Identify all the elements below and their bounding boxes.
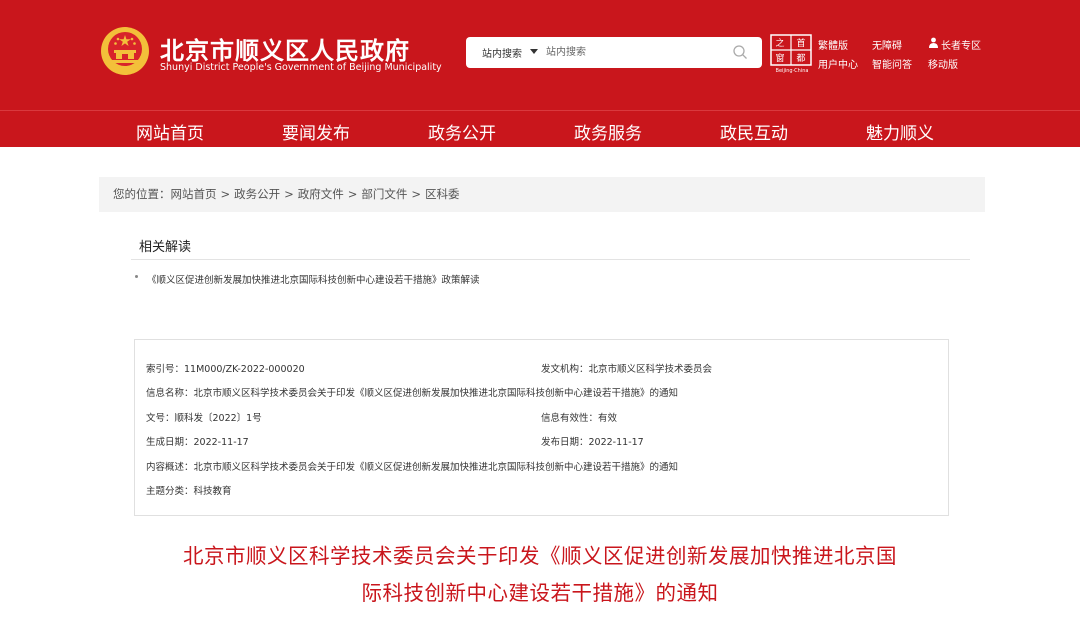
search-input[interactable] <box>546 43 716 62</box>
document-title-line: 际科技创新中心建设若干措施》的通知 <box>361 581 719 605</box>
elderly-zone-link[interactable]: 长者专区 <box>941 37 981 52</box>
breadcrumb-gov-affairs[interactable]: 政务公开 <box>234 187 280 201</box>
capital-logo-caption: Beijing·China <box>775 68 809 74</box>
info-doc-no: 文号：顺科发〔2022〕1号 <box>146 413 262 424</box>
info-summary: 内容概述：北京市顺义区科学技术委员会关于印发《顺义区促进创新发展加快推进北京国际… <box>146 462 679 473</box>
document-title: 北京市顺义区科学技术委员会关于印发《顺义区促进创新发展加快推进北京国 际科技创新… <box>130 538 950 612</box>
site-header: 北京市顺义区人民政府 Shunyi District People's Gove… <box>0 0 1080 110</box>
search-scope-select[interactable]: 站内搜索 <box>482 45 522 60</box>
main-nav: 网站首页 要闻发布 政务公开 政务服务 政民互动 魅力顺义 <box>0 110 1080 147</box>
breadcrumb-gov-docs[interactable]: 政府文件 <box>298 187 344 201</box>
related-divider <box>131 259 970 260</box>
nav-item-gov-affairs[interactable]: 政务公开 <box>428 119 496 144</box>
search-icon[interactable] <box>732 44 748 60</box>
elderly-user-icon <box>929 37 938 48</box>
capital-logo-char: 都 <box>796 53 805 64</box>
document-info-box: 索引号：11M000/ZK-2022-000020 发文机构：北京市顺义区科学技… <box>134 339 949 516</box>
info-issuer: 发文机构：北京市顺义区科学技术委员会 <box>541 364 713 375</box>
search-box: 站内搜索 <box>466 37 762 68</box>
breadcrumb-dept-docs[interactable]: 部门文件 <box>361 187 407 201</box>
site-title[interactable]: 北京市顺义区人民政府 <box>160 31 410 66</box>
breadcrumb-separator: > <box>347 187 358 201</box>
document-title-line: 北京市顺义区科学技术委员会关于印发《顺义区促进创新发展加快推进北京国 <box>183 544 897 568</box>
nav-item-charm-shunyi[interactable]: 魅力顺义 <box>866 119 934 144</box>
related-section-title: 相关解读 <box>139 240 192 255</box>
nav-item-home[interactable]: 网站首页 <box>136 119 204 144</box>
user-center-link[interactable]: 用户中心 <box>818 56 858 71</box>
info-validity: 信息有效性：有效 <box>541 413 618 424</box>
info-index-no: 索引号：11M000/ZK-2022-000020 <box>146 364 305 375</box>
traditional-chinese-link[interactable]: 繁體版 <box>818 37 848 52</box>
chevron-down-icon[interactable] <box>530 49 538 54</box>
info-name: 信息名称：北京市顺义区科学技术委员会关于印发《顺义区促进创新发展加快推进北京国际… <box>146 388 679 399</box>
breadcrumb-prefix: 您的位置： <box>113 187 171 201</box>
capital-logo-char: 首 <box>796 37 805 49</box>
mobile-version-link[interactable]: 移动版 <box>928 56 958 71</box>
site-subtitle: Shunyi District People's Government of B… <box>160 62 442 73</box>
info-created-date: 生成日期：2022-11-17 <box>146 437 249 448</box>
accessibility-link[interactable]: 无障碍 <box>872 37 902 52</box>
breadcrumb: 您的位置：网站首页 > 政务公开 > 政府文件 > 部门文件 > 区科委 <box>99 177 985 212</box>
bullet-icon <box>135 275 138 278</box>
nav-item-interaction[interactable]: 政民互动 <box>720 119 788 144</box>
smart-qa-link[interactable]: 智能问答 <box>872 56 912 71</box>
breadcrumb-separator: > <box>411 187 422 201</box>
capital-logo-char: 窗 <box>775 52 784 64</box>
nav-item-news[interactable]: 要闻发布 <box>282 119 350 144</box>
info-category: 主题分类：科技教育 <box>146 486 232 497</box>
breadcrumb-separator: > <box>284 187 294 201</box>
breadcrumb-home[interactable]: 网站首页 <box>171 187 217 201</box>
nav-item-gov-services[interactable]: 政务服务 <box>574 119 642 144</box>
breadcrumb-science-committee[interactable]: 区科委 <box>425 187 460 201</box>
info-published-date: 发布日期：2022-11-17 <box>541 437 644 448</box>
related-item-link[interactable]: 《顺义区促进创新发展加快推进北京国际科技创新中心建设若干措施》政策解读 <box>147 272 480 286</box>
national-emblem-icon[interactable] <box>100 26 150 76</box>
capital-logo-char: 之 <box>775 37 784 49</box>
breadcrumb-separator: > <box>220 187 231 201</box>
